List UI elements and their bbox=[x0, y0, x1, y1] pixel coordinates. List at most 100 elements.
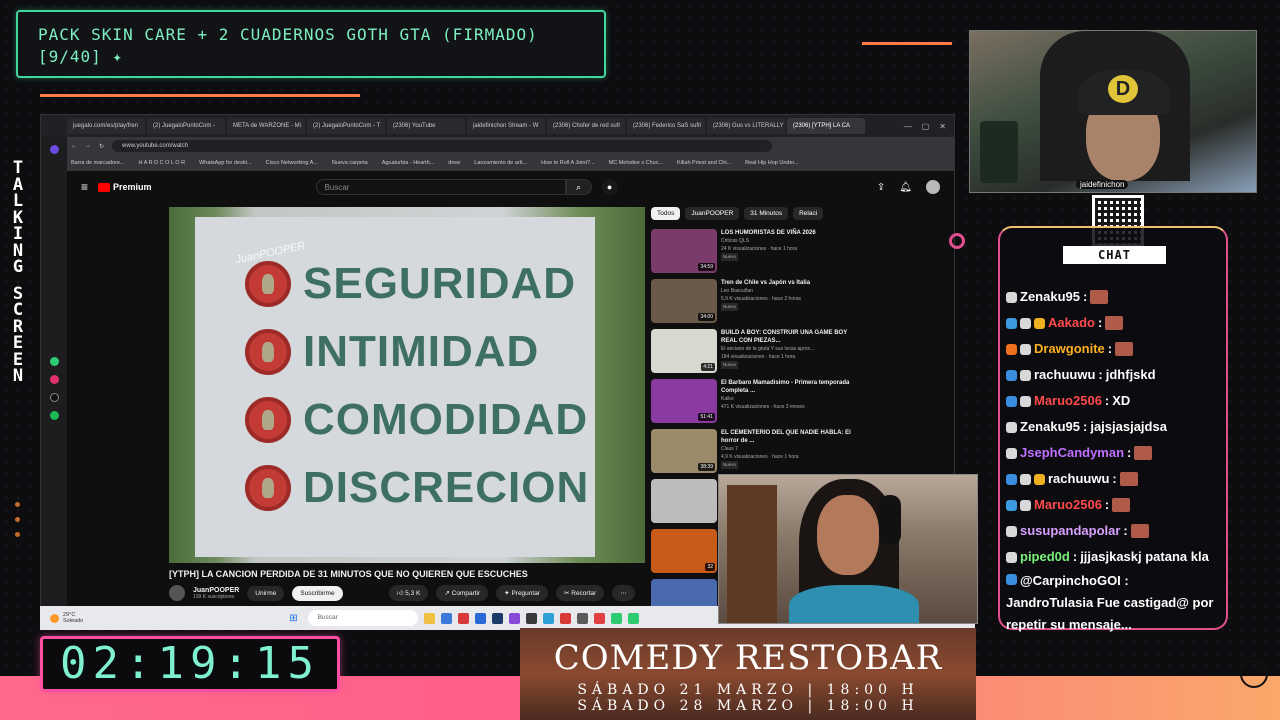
mic-icon[interactable]: ● bbox=[601, 179, 618, 195]
chat-username[interactable]: Drawgonite bbox=[1034, 336, 1105, 362]
thumbnail[interactable] bbox=[651, 479, 717, 523]
instagram-icon[interactable] bbox=[50, 375, 59, 384]
chat-username[interactable]: piped0d bbox=[1020, 544, 1070, 570]
bookmark-item[interactable]: Cisco Networking A... bbox=[266, 160, 318, 166]
search-icon[interactable]: ⌕ bbox=[565, 179, 592, 195]
bookmark-item[interactable]: MC Melodee x Chuc... bbox=[609, 160, 663, 166]
forward-icon[interactable]: → bbox=[85, 143, 91, 149]
maximize-icon[interactable]: ▢ bbox=[922, 122, 930, 131]
recommendation-item[interactable]: 51:41 El Barbaro Mamadisimo - Primera tem… bbox=[651, 379, 851, 427]
thumbnail[interactable]: 38:39 bbox=[651, 429, 717, 473]
chat-username[interactable]: @CarpinchoGOI bbox=[1020, 573, 1121, 588]
browser-tab[interactable]: (2306) Gus vs LITERALLY bbox=[707, 118, 785, 134]
bookmark-item[interactable]: Aguaturbia - Hearth... bbox=[382, 160, 435, 166]
filter-chip[interactable]: Todos bbox=[651, 207, 681, 220]
bookmark-item[interactable]: Nueva carpeta bbox=[332, 160, 368, 166]
browser-tab[interactable]: (2306) [YTPH] LA CA bbox=[787, 118, 865, 134]
browser-tab[interactable]: (2306) YouTube bbox=[387, 118, 465, 134]
browser-tab[interactable]: META de WARZONE - Mi bbox=[227, 118, 305, 134]
app-icon[interactable] bbox=[593, 612, 605, 624]
browser-tab[interactable]: (2306) Chofer de red sufr bbox=[547, 118, 625, 134]
cap-logo: D bbox=[1108, 75, 1138, 103]
filter-chip[interactable]: 31 Minutos bbox=[744, 207, 789, 220]
like-button[interactable]: 👍︎ 5,3 K bbox=[388, 585, 429, 601]
bookmark-item[interactable]: drew bbox=[448, 160, 460, 166]
filter-chip[interactable]: JuanPOOPER bbox=[685, 207, 740, 220]
bookmark-item[interactable]: Barra de marcadore... bbox=[71, 160, 125, 166]
browser-tab[interactable]: (2306) Federico SaS sufri bbox=[627, 118, 705, 134]
bookmark-item[interactable]: How to Roll A Joint?... bbox=[541, 160, 595, 166]
chat-separator: : bbox=[1098, 367, 1103, 382]
recommendation-item[interactable]: 34:00 Tren de Chile vs Japón vs Italia Leo… bbox=[651, 279, 851, 327]
thumbnail[interactable]: 4:21 bbox=[651, 329, 717, 373]
steam-icon[interactable] bbox=[491, 612, 503, 624]
share-button[interactable]: ↗ Compartir bbox=[436, 585, 489, 601]
app-icon[interactable] bbox=[576, 612, 588, 624]
app-icon[interactable] bbox=[559, 612, 571, 624]
recommendation-item[interactable]: 38:39 EL CEMENTERIO DEL QUE NADIE HABLA: … bbox=[651, 429, 851, 477]
chat-username[interactable]: JsephCandyman bbox=[1020, 440, 1124, 466]
reload-icon[interactable]: ↻ bbox=[99, 143, 104, 150]
bookmark-item[interactable]: Lanzamiento de arti... bbox=[474, 160, 527, 166]
search-input[interactable]: Buscar bbox=[315, 179, 566, 195]
video-player[interactable]: SEGURIDAD INTIMIDAD COMODIDAD DISCRECION Ju… bbox=[169, 207, 645, 563]
browser-tab[interactable]: jaidefinichon Stream - W bbox=[467, 118, 545, 134]
youtube-logo[interactable]: Premium bbox=[98, 182, 152, 192]
minimize-icon[interactable]: — bbox=[904, 122, 912, 131]
thumbnail[interactable]: 34:59 bbox=[651, 229, 717, 273]
recommendation-item[interactable]: 34:59 LOS HUMORISTAS DE VIÑA 2026 Criticas… bbox=[651, 229, 851, 277]
bookmark-item[interactable]: H A R D C O L O R bbox=[139, 160, 186, 166]
app-icon[interactable] bbox=[440, 612, 452, 624]
tiktok-icon[interactable] bbox=[50, 393, 59, 402]
browser-tab[interactable]: (2) JuegaloPuntoCom - T bbox=[307, 118, 385, 134]
chat-username[interactable]: Zenaku95 bbox=[1020, 284, 1080, 310]
upload-icon[interactable]: ⇪ bbox=[877, 182, 885, 193]
browser-tab[interactable]: juegalo.com/es/play/fren bbox=[67, 118, 145, 134]
bookmark-item[interactable]: Real Hip Hop Under... bbox=[745, 160, 799, 166]
back-icon[interactable]: ← bbox=[71, 143, 77, 149]
profile-icon[interactable] bbox=[50, 145, 59, 154]
url-field[interactable]: www.youtube.com/watch bbox=[112, 140, 773, 152]
chat-username[interactable]: susupandapolar bbox=[1020, 518, 1120, 544]
clip-button[interactable]: ✂ Recortar bbox=[555, 585, 605, 601]
chat-username[interactable]: rachuuwu bbox=[1048, 466, 1109, 492]
filter-chip[interactable]: Relaci bbox=[793, 207, 824, 220]
bookmark-item[interactable]: Killah Priest and Chi... bbox=[677, 160, 731, 166]
join-button[interactable]: Unirme bbox=[247, 585, 285, 601]
thumbnail[interactable]: 51:41 bbox=[651, 379, 717, 423]
channel-name[interactable]: JuanPOOPER bbox=[193, 587, 239, 594]
bell-icon[interactable]: 🔔︎ bbox=[899, 182, 912, 193]
channel-avatar[interactable] bbox=[169, 585, 185, 601]
weather-widget[interactable]: 29°C Soleado bbox=[50, 612, 83, 624]
menu-icon[interactable]: ≡ bbox=[81, 180, 88, 194]
browser-tab[interactable]: (2) JuegaloPuntoCom - bbox=[147, 118, 225, 134]
app-icon[interactable] bbox=[610, 612, 622, 624]
thumbnail[interactable]: 32 bbox=[651, 529, 717, 573]
app-icon[interactable] bbox=[542, 612, 554, 624]
chat-username[interactable]: Aakado bbox=[1048, 310, 1095, 336]
app-icon[interactable] bbox=[508, 612, 520, 624]
app-icon[interactable] bbox=[627, 612, 639, 624]
thumbnail[interactable]: 34:00 bbox=[651, 279, 717, 323]
close-icon[interactable]: ✕ bbox=[939, 122, 946, 131]
more-button[interactable]: ⋯ bbox=[612, 585, 635, 601]
chat-username[interactable]: Zenaku95 bbox=[1020, 414, 1080, 440]
chat-username[interactable]: rachuuwu bbox=[1034, 362, 1095, 388]
explorer-icon[interactable] bbox=[423, 612, 435, 624]
chat-username[interactable]: Maruo2506 bbox=[1034, 492, 1102, 518]
subscribe-button[interactable]: Suscribirme bbox=[292, 585, 343, 601]
ask-button[interactable]: ✦ Preguntar bbox=[496, 585, 548, 601]
opera-icon[interactable] bbox=[457, 612, 469, 624]
app-icon[interactable] bbox=[525, 612, 537, 624]
comedy-banner: COMEDY RESTOBAR SÁBADO 21 MARZO | 18:00 … bbox=[520, 628, 976, 720]
app-icon[interactable] bbox=[474, 612, 486, 624]
bookmark-item[interactable]: WhatsApp for deskt... bbox=[199, 160, 252, 166]
windows-start-icon[interactable]: ⊞ bbox=[289, 613, 297, 624]
deco-ring bbox=[949, 233, 965, 249]
chat-username[interactable]: Maruo2506 bbox=[1034, 388, 1102, 414]
taskbar-search-input[interactable]: Buscar bbox=[307, 610, 418, 626]
whatsapp-icon[interactable] bbox=[50, 357, 59, 366]
avatar[interactable] bbox=[926, 180, 940, 194]
recommendation-item[interactable]: 4:21 BUILD A BOY: CONSTRUIR UNA GAME BOY … bbox=[651, 329, 851, 377]
spotify-icon[interactable] bbox=[50, 411, 59, 420]
